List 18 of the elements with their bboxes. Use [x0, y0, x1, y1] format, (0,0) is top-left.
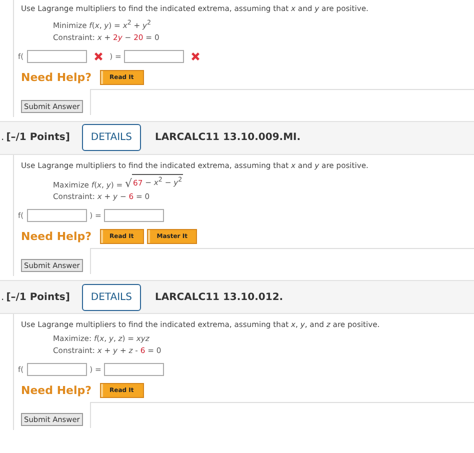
problem-code: LARCALC11 13.10.012.: [154, 292, 284, 303]
need-help-label: Need Help?: [21, 384, 92, 398]
points-label: [–/1 Points]: [6, 132, 70, 144]
answer-field[interactable]: [26, 209, 87, 222]
answer-field[interactable]: [124, 50, 184, 63]
need-help-label: Need Help?: [21, 230, 92, 244]
problem-code: LARCALC11 13.10.009.MI.: [154, 132, 301, 144]
question-number: .: [1, 292, 4, 303]
details-button[interactable]: DETAILS: [82, 284, 141, 311]
answer-field[interactable]: [26, 50, 87, 63]
details-button[interactable]: DETAILS: [82, 124, 141, 152]
question-number: .: [1, 132, 4, 144]
radical-sign: √: [125, 179, 132, 190]
need-help-label: Need Help?: [21, 70, 92, 84]
answer-field[interactable]: [104, 363, 164, 376]
points-label: [–/1 Points]: [6, 292, 70, 303]
answer-field[interactable]: [104, 209, 164, 222]
answer-field[interactable]: [26, 363, 87, 376]
